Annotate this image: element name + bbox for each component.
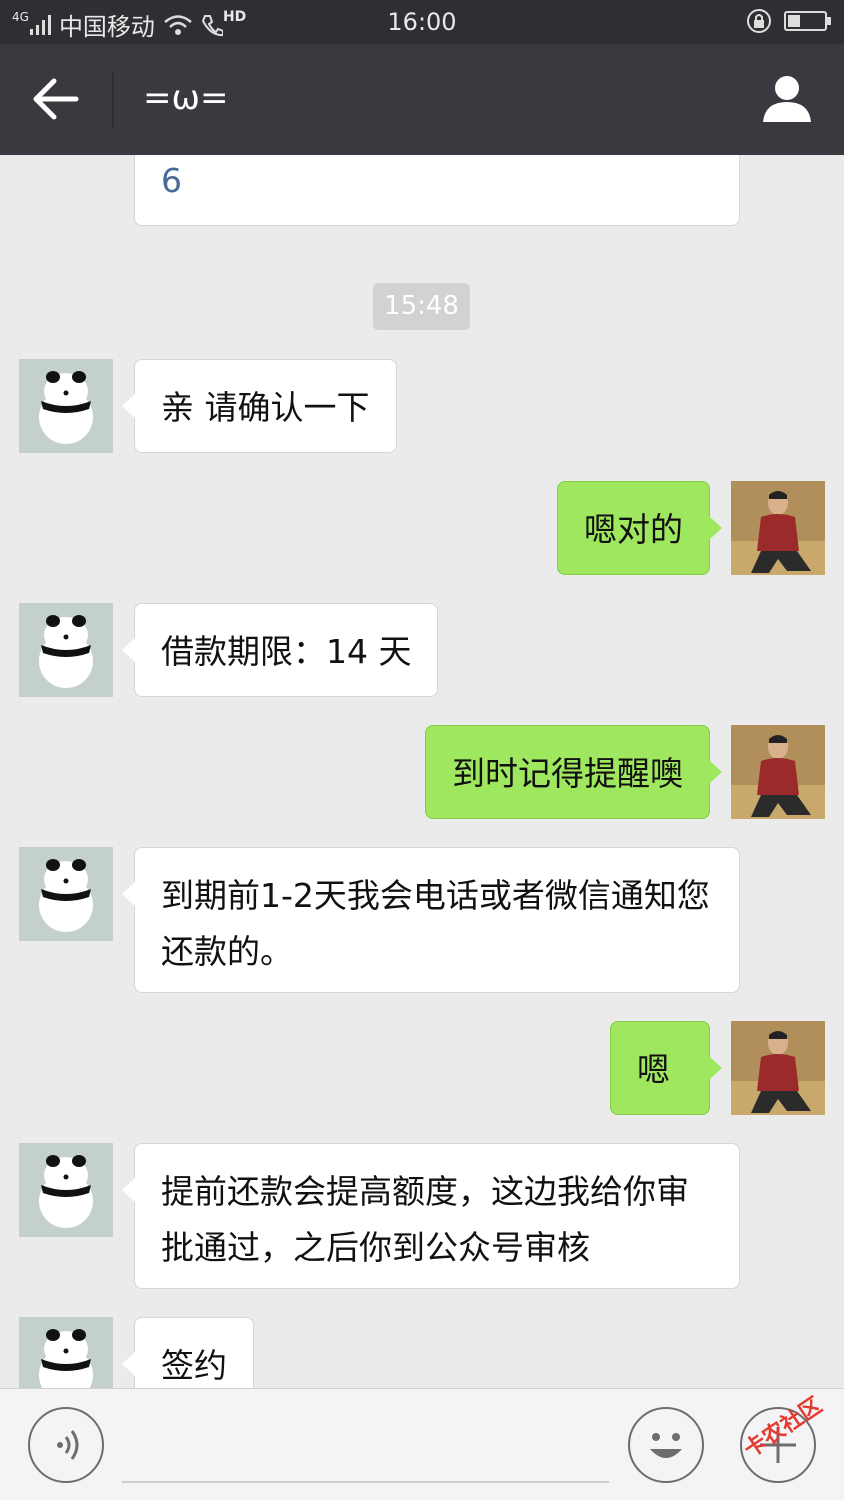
message-text: 提前还款会提高额度，这边我给你审批通过，之后你到公众号审核 (161, 1172, 689, 1267)
back-button[interactable] (30, 74, 84, 124)
header-divider (112, 72, 114, 128)
emoji-button[interactable] (628, 1407, 704, 1483)
status-bar: 4G 中国移动 HD 16:00 (0, 0, 844, 44)
voice-input-button[interactable] (28, 1407, 104, 1483)
message-text: 嗯对的 (584, 510, 683, 549)
back-arrow-icon (33, 78, 79, 120)
panda-avatar-icon (19, 603, 113, 697)
battery-icon (784, 11, 831, 31)
user-avatar[interactable] (731, 1021, 825, 1115)
user-avatar[interactable] (731, 725, 825, 819)
timestamp-badge: 15:48 (373, 283, 470, 330)
user-photo-icon (731, 481, 825, 575)
message-text: 到时记得提醒噢 (452, 754, 683, 793)
message-bubble-outgoing[interactable]: 嗯对的 (557, 481, 722, 575)
message-bubble-incoming[interactable]: 提前还款会提高额度，这边我给你审批通过，之后你到公众号审核 (122, 1143, 740, 1289)
text-input[interactable] (122, 1481, 609, 1483)
voice-icon (57, 1430, 79, 1460)
contact-avatar[interactable] (19, 1143, 113, 1237)
status-time: 16:00 (387, 8, 457, 36)
chat-profile-button[interactable] (760, 72, 814, 126)
message-bubble-outgoing[interactable]: 到时记得提醒噢 (425, 725, 722, 819)
message-text: 亲 请确认一下 (161, 388, 370, 427)
rotation-lock-icon (747, 9, 771, 33)
person-icon (763, 76, 811, 122)
panda-avatar-icon (19, 847, 113, 941)
contact-avatar[interactable] (19, 847, 113, 941)
message-text: 6 (161, 161, 182, 200)
status-right (746, 8, 832, 34)
message-bubble-incoming[interactable]: 到期前1-2天我会电话或者微信通知您还款的。 (122, 847, 740, 993)
smiley-icon (650, 1433, 682, 1458)
message-text: 借款期限：14 天 (161, 632, 412, 671)
contact-avatar[interactable] (19, 603, 113, 697)
message-bubble-incoming[interactable]: 6 (134, 155, 740, 226)
chat-messages[interactable]: 6 15:48 亲 请确认一下 嗯对的 借款期限：14 天 到时记得提醒噢 到期… (0, 155, 844, 1388)
message-bubble-incoming[interactable]: 亲 请确认一下 (122, 359, 397, 453)
message-bubble-incoming[interactable]: 签约 (122, 1317, 254, 1388)
message-bubble-incoming[interactable]: 借款期限：14 天 (121, 603, 439, 697)
panda-avatar-icon (19, 1317, 113, 1388)
panda-avatar-icon (19, 1143, 113, 1237)
panda-avatar-icon (19, 359, 113, 453)
message-text: 签约 (161, 1346, 227, 1385)
user-avatar[interactable] (731, 481, 825, 575)
user-photo-icon (731, 1021, 825, 1115)
user-photo-icon (731, 725, 825, 819)
chat-header: =ω= (0, 44, 844, 155)
message-text: 到期前1-2天我会电话或者微信通知您还款的。 (161, 876, 710, 971)
message-text: 嗯 (637, 1050, 670, 1089)
message-input-bar (0, 1388, 844, 1500)
contact-avatar[interactable] (19, 1317, 113, 1388)
contact-avatar[interactable] (19, 359, 113, 453)
message-bubble-outgoing[interactable]: 嗯 (610, 1021, 722, 1115)
chat-title: =ω= (143, 78, 229, 118)
